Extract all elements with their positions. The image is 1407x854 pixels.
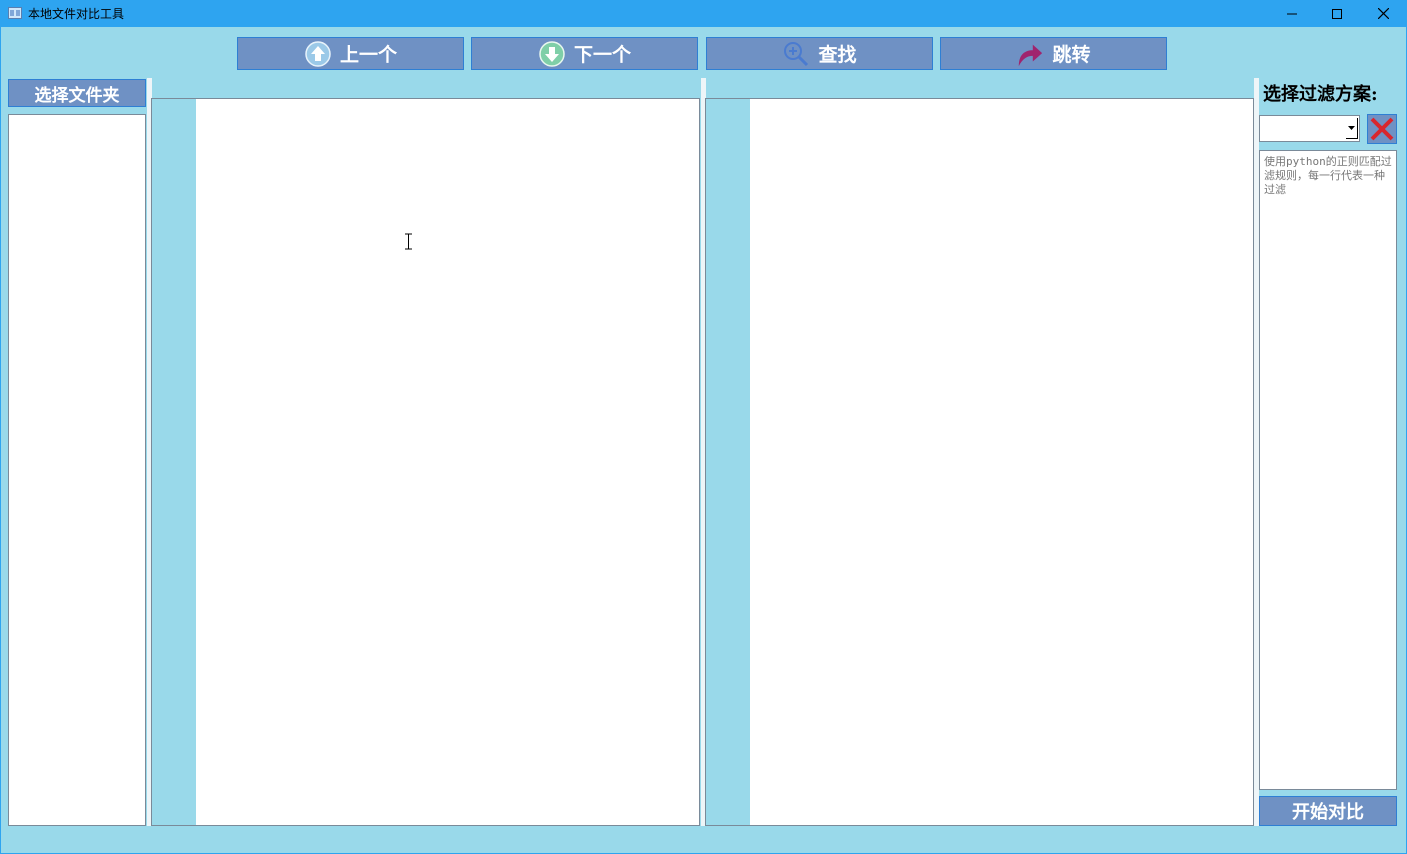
maximize-icon	[1332, 8, 1342, 19]
arrow-down-circle-icon	[538, 40, 566, 68]
find-label: 查找	[818, 44, 857, 66]
zoom-in-icon	[782, 40, 810, 68]
close-icon	[1377, 8, 1389, 19]
left-line-number-gutter	[152, 99, 196, 825]
filter-scheme-select[interactable]	[1259, 115, 1360, 142]
next-button[interactable]: 下一个	[471, 37, 698, 70]
jump-label: 跳转	[1052, 44, 1091, 66]
start-compare-label: 开始对比	[1292, 802, 1364, 823]
maximize-button[interactable]	[1314, 0, 1360, 27]
minimize-icon	[1287, 13, 1297, 14]
right-line-number-gutter	[706, 99, 750, 825]
delete-filter-button[interactable]	[1367, 114, 1397, 144]
curved-arrow-right-icon	[1016, 40, 1044, 68]
select-folder-label: 选择文件夹	[34, 85, 120, 106]
filter-scheme-label: 选择过滤方案:	[1263, 84, 1378, 105]
find-button[interactable]: 查找	[706, 37, 933, 70]
right-diff-editor[interactable]	[705, 98, 1254, 826]
left-diff-editor[interactable]	[151, 98, 700, 826]
arrow-up-circle-icon	[304, 40, 332, 68]
close-x-icon	[1370, 117, 1394, 141]
minimize-button[interactable]	[1269, 0, 1315, 27]
select-folder-button[interactable]: 选择文件夹	[8, 79, 146, 107]
prev-label: 上一个	[339, 44, 397, 66]
prev-button[interactable]: 上一个	[237, 37, 464, 70]
filter-rules-textarea[interactable]: 使用python的正则匹配过滤规则，每一行代表一种过滤	[1259, 150, 1397, 790]
jump-button[interactable]: 跳转	[940, 37, 1167, 70]
close-button[interactable]	[1360, 0, 1406, 27]
filter-rules-placeholder: 使用python的正则匹配过滤规则，每一行代表一种过滤	[1264, 155, 1392, 196]
title-bar: 本地文件对比工具	[0, 0, 1407, 27]
next-label: 下一个	[573, 44, 631, 66]
folder-tree[interactable]	[8, 114, 146, 826]
chevron-down-icon[interactable]	[1346, 118, 1358, 139]
start-compare-button[interactable]: 开始对比	[1259, 796, 1397, 826]
app-icon	[8, 7, 22, 19]
window-title: 本地文件对比工具	[28, 7, 125, 21]
text-cursor-icon	[405, 233, 412, 250]
